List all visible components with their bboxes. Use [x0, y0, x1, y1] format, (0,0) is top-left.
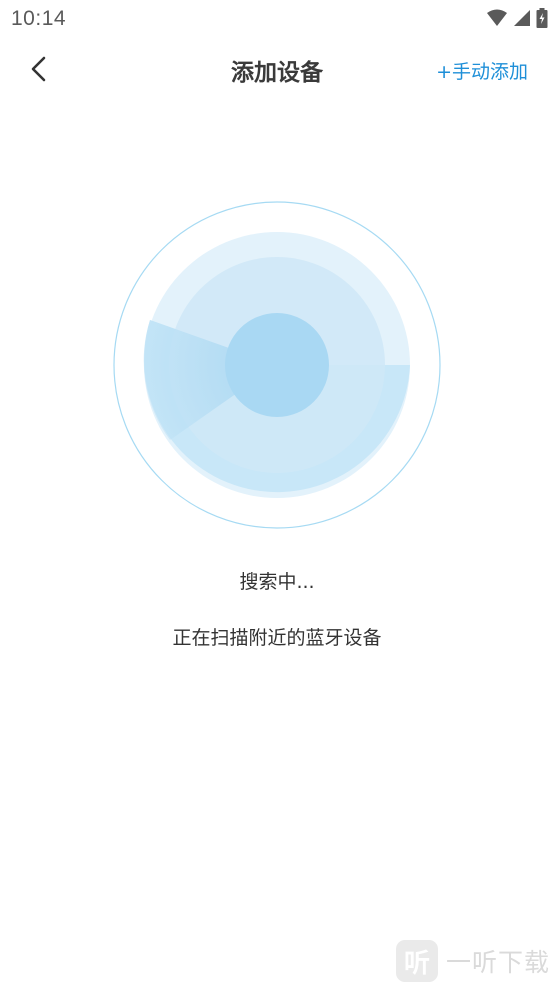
nav-bar: 添加设备 +手动添加 [0, 38, 554, 100]
status-bar: 10:14 [0, 0, 554, 38]
back-button[interactable] [24, 53, 56, 85]
status-time: 10:14 [11, 7, 67, 30]
wifi-icon [487, 9, 507, 26]
watermark-logo: 听 [395, 940, 438, 982]
battery-charging-icon [536, 8, 548, 28]
radar-core [225, 313, 329, 417]
chevron-left-icon [31, 56, 46, 82]
searching-status: 搜索中... [239, 571, 315, 593]
manual-add-button[interactable]: +手动添加 [436, 57, 528, 84]
radar-scan-graphic [113, 201, 441, 529]
status-icons [486, 8, 548, 28]
watermark: 听 一听下载 [395, 940, 550, 982]
watermark-text: 一听下载 [445, 948, 550, 977]
scan-hint: 正在扫描附近的蓝牙设备 [172, 627, 382, 649]
add-device-screen: 10:14 添加设备 +手动添加 搜索中... 正在扫描附近的蓝牙设备 听 一听… [0, 0, 554, 984]
signal-icon [514, 10, 530, 26]
